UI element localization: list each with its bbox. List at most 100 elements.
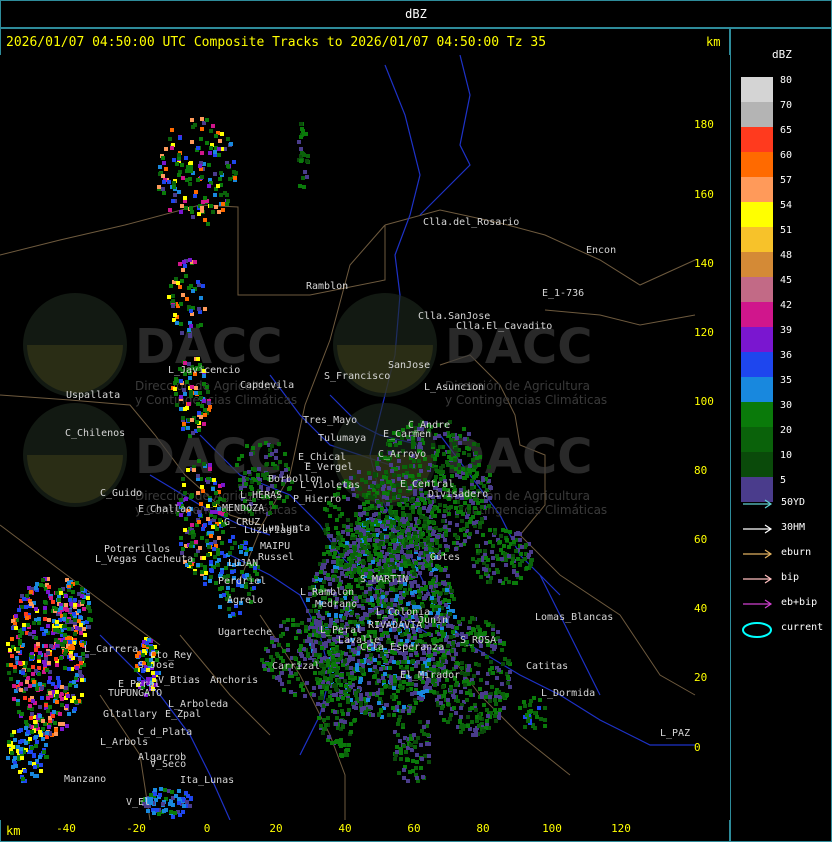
legend-swatch-label: 80 [780,75,793,86]
place-label: Clla.El_Cavadito [456,321,552,332]
legend-swatch-label: 35 [780,375,793,386]
place-label: V_Seco [150,759,186,770]
x-axis-unit: km [6,824,21,838]
place-label: E_Challao [138,504,192,515]
legend-swatch [741,177,773,202]
legend-swatch [741,427,773,452]
place-label: El_Mirador [400,670,460,681]
y-tick-label: 60 [694,533,708,546]
place-label: Gotes [430,552,460,563]
place-label: E_Carmen [383,429,431,440]
place-label: L_PAZ [660,728,690,739]
legend-swatch [741,277,773,302]
legend-swatch [741,127,773,152]
x-tick-label: 80 [476,822,490,835]
legend-swatch-label: 57 [780,175,793,186]
legend-swatch [741,152,773,177]
place-label: S_ROSA [460,635,496,646]
place-label: Clla.del_Rosario [423,217,519,228]
place-label: C_Guido [100,488,142,499]
place-label: Junin [418,615,448,626]
legend-title: dBZ [772,48,792,61]
plot-title: 2026/01/07 04:50:00 UTC Composite Tracks… [6,35,547,50]
place-label: E_Vergel [305,462,353,473]
place-label: L_Ramblon [300,587,354,598]
place-label: L_Peral [320,625,362,636]
legend-swatch-label: 30 [780,400,793,411]
place-label: E_1-736 [542,288,584,299]
place-label: Ramblon [306,281,348,292]
place-label: Ugarteche [218,627,272,638]
watermark-subtitle: y Contingencias Climáticas [135,393,297,407]
place-label: SanJose [388,360,430,371]
window-title: dBZ [405,7,427,21]
place-label: S_Francisco [324,371,390,382]
legend-swatch-label: 54 [780,200,793,211]
place-label: Capdevila [240,380,294,391]
y-tick-label: 120 [694,326,714,339]
track-legend-label: eburn [781,547,812,558]
legend-swatch [741,252,773,277]
place-label: Tres_Mayo [303,415,357,426]
place-label: L_Arbols [100,737,148,748]
x-tick-label: -40 [56,822,76,835]
place-label: Russel [258,552,294,563]
y-tick-label: 20 [694,671,708,684]
legend-swatch-label: 48 [780,250,793,261]
place-label: S_MARTIN [360,574,408,585]
place-label: V_Btias [158,675,200,686]
legend-swatch [741,227,773,252]
place-label: Carrizal [272,661,320,672]
arrow-icon [743,574,773,584]
place-label: MENDOZA [222,503,264,514]
x-tick-label: 120 [611,822,631,835]
place-label: Manzano [64,774,106,785]
radar-map[interactable]: DACCDirección de Agriculturay Contingenc… [0,55,730,820]
place-label: Perdriel [218,576,266,587]
place-label: L_Dormida [541,688,595,699]
place-label: L_Carrera [84,644,138,655]
place-label: TUPUNGATO [108,688,162,699]
place-label: P_Hierro [293,494,341,505]
place-label: L_Violetas [300,480,360,491]
legend-swatch-label: 70 [780,100,793,111]
track-legend-label: eb+bip [781,597,818,608]
place-label: Lomas_Blancas [535,612,613,623]
legend-swatch [741,352,773,377]
y-axis-unit: km [706,35,721,49]
arrow-icon [743,599,773,609]
place-label: Tulumaya [318,433,366,444]
place-label: Lavalle [338,635,380,646]
place-label: Medrano [315,599,357,610]
place-label: Ita_Lunas [180,775,234,786]
legend-swatch-label: 42 [780,300,793,311]
y-tick-label: 0 [694,741,701,754]
x-tick-label: 60 [407,822,421,835]
track-legend-label: 50YD [781,497,806,508]
legend-swatch [741,102,773,127]
place-label: L_HERAS [240,490,282,501]
place-label: S_Jose [138,660,174,671]
legend-swatch-label: 20 [780,425,793,436]
track-legend-label: 30HM [781,522,806,533]
place-label: Anchoris [210,675,258,686]
legend-swatch [741,327,773,352]
place-label: Luzuriaga [244,525,298,536]
y-tick-label: 40 [694,602,708,615]
arrow-icon [743,499,773,509]
legend-swatch [741,302,773,327]
legend-swatch-label: 60 [780,150,793,161]
place-label: MAIPU [260,541,290,552]
y-tick-label: 180 [694,118,714,131]
y-tick-label: 140 [694,257,714,270]
legend-swatch [741,452,773,477]
top-bar: dBZ [0,0,832,28]
track-legend-label: current [781,622,824,633]
place-label: Divisadero [428,489,488,500]
arrow-icon [743,524,773,534]
place-label: Encon [586,245,616,256]
y-tick-label: 100 [694,395,714,408]
legend-swatch-label: 5 [780,475,787,486]
legend-swatch-label: 45 [780,275,793,286]
x-tick-label: 100 [542,822,562,835]
